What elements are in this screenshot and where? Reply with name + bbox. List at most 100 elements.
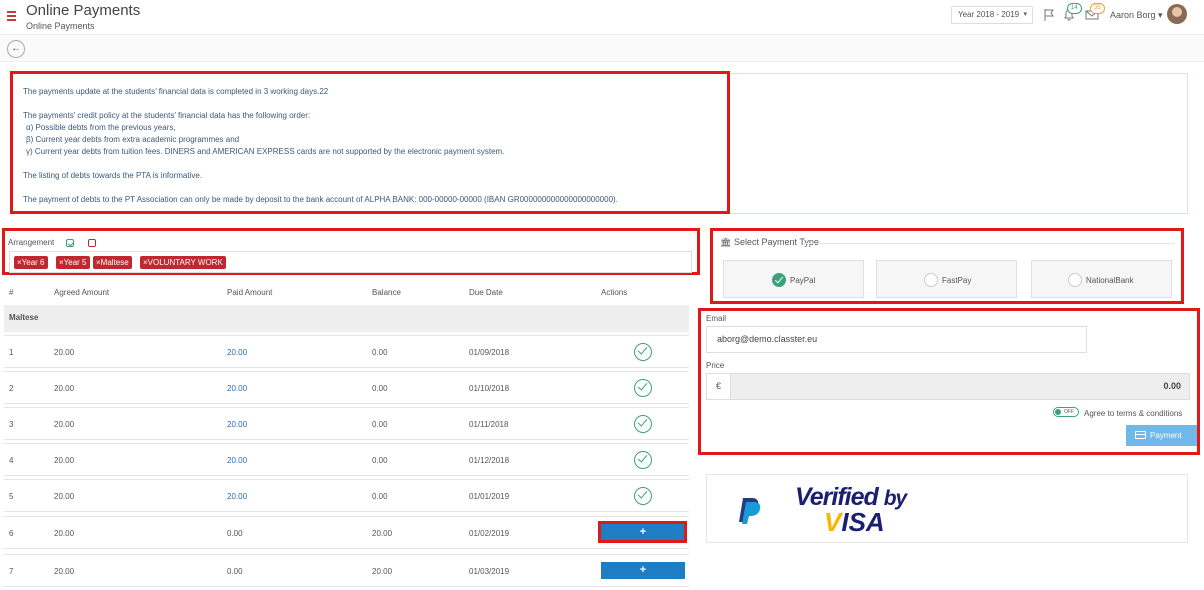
visa-v: V [824,507,842,537]
payment-option-label: NationalBank [1086,276,1134,285]
payment-logos: Verified by VISA [706,474,1188,543]
payment-option-nationalbank[interactable]: NationalBank [1031,260,1172,298]
payment-button[interactable]: Payment [1126,425,1197,446]
vbv-by: by [883,487,907,510]
column-header[interactable]: Balance [372,288,401,297]
tag-year-6[interactable]: ×Year 6 [14,256,48,269]
menu-icon[interactable] [7,11,16,21]
payment-option-paypal[interactable]: PayPal [723,260,864,298]
message-count-badge: 35 [1090,3,1105,14]
tag-voluntary-work[interactable]: ×VOLUNTARY WORK [140,256,226,269]
visa-logo: VISA [824,507,885,538]
arrangement-tag-input[interactable]: ×Year 6 ×Year 5 ×Maltese ×VOLUNTARY WORK [9,251,692,273]
payment-form: Email aborg@demo.classter.eu Price € 0.0… [698,308,1200,455]
column-header[interactable]: Due Date [469,288,503,297]
balance: 0.00 [372,492,388,501]
due-date: 01/03/2019 [469,567,510,576]
check-circle-icon [634,451,652,469]
payment-button-label: Payment [1150,431,1182,440]
paid-amount-link[interactable]: 20.00 [227,492,247,501]
agreed-amount: 20.00 [54,529,75,538]
table-row: 3 20.00 20.00 0.00 01/11/2018 [4,407,689,440]
credit-card-icon [1135,431,1146,439]
info-text: The payments update at the students’ fin… [23,87,329,96]
top-bar: Online Payments Online Payments Year 201… [0,0,1204,35]
price-label: Price [706,361,725,370]
info-text: γ) Current year debts from tuition fees.… [26,147,505,156]
table-row: 6 20.00 0.00 20.00 01/02/2019 + [4,516,689,549]
balance: 0.00 [372,348,388,357]
check-circle-icon [634,343,652,361]
avatar[interactable] [1167,4,1187,24]
column-header: # [9,288,14,297]
column-header[interactable]: Paid Amount [227,288,272,297]
radio-icon [924,273,938,287]
due-date: 01/10/2018 [469,384,510,393]
chevron-down-icon: ▾ [1023,11,1027,18]
row-number: 7 [9,567,14,576]
paid-amount-link[interactable]: 20.00 [227,348,247,357]
table-row: 1 20.00 20.00 0.00 01/09/2018 [4,335,689,368]
agreed-amount: 20.00 [54,567,75,576]
tag-year-5[interactable]: ×Year 5 [56,256,90,269]
divider [803,243,1175,244]
due-date: 01/02/2019 [469,529,510,538]
breadcrumb: Online Payments [26,21,95,31]
row-number: 4 [9,456,14,465]
due-date: 01/11/2018 [469,420,509,429]
row-number: 5 [9,492,14,501]
arrow-left-icon: ← [11,43,21,54]
chevron-down-icon: ▾ [1158,10,1163,20]
paid-amount-link[interactable]: 20.00 [227,456,247,465]
user-menu[interactable]: Aaron Borg ▾ [1110,10,1163,21]
due-date: 01/12/2018 [469,456,510,465]
info-text: α) Possible debts from the previous year… [26,123,176,132]
payment-option-label: FastPay [942,276,972,285]
price-field: € 0.00 [706,373,1190,400]
payment-option-fastpay[interactable]: FastPay [876,260,1017,298]
tag-maltese[interactable]: ×Maltese [93,256,132,269]
info-text: The payment of debts to the PT Associati… [23,195,618,204]
select-all-checkbox[interactable] [66,239,74,247]
payment-option-label: PayPal [790,276,816,285]
flag-icon[interactable] [1042,8,1056,22]
row-number: 1 [9,348,14,357]
payment-type-panel: 🏛 Select Payment Type PayPal FastPay Nat… [710,228,1184,304]
back-button[interactable]: ← [7,40,25,58]
price-value: 0.00 [1163,381,1181,391]
visa-rest: ISA [841,507,885,537]
email-field[interactable]: aborg@demo.classter.eu [706,326,1087,353]
table-row: 4 20.00 20.00 0.00 01/12/2018 [4,443,689,476]
add-payment-button[interactable]: + [601,562,685,579]
check-circle-icon [634,379,652,397]
group-label: Maltese [9,313,39,322]
terms-label: Agree to terms & conditions [1084,409,1183,418]
column-header[interactable]: Agreed Amount [54,288,109,297]
year-select[interactable]: Year 2018 - 2019 ▾ [951,6,1033,24]
table-row: 7 20.00 0.00 20.00 01/03/2019 + [4,554,689,587]
info-text: β) Current year debts from extra academi… [26,135,240,144]
table-row: 5 20.00 20.00 0.00 01/01/2019 [4,479,689,512]
info-panel: The payments update at the students’ fin… [10,71,730,214]
terms-toggle[interactable]: OFF [1053,407,1079,417]
balance: 0.00 [372,420,388,429]
row-number: 6 [9,529,14,538]
toggle-state: OFF [1064,409,1074,415]
balance: 0.00 [372,456,388,465]
paypal-logo-icon [739,498,761,524]
group-row: Maltese [4,305,689,332]
arrangement-label: Arrangement [8,238,55,247]
deselect-all-checkbox[interactable] [88,239,96,247]
paid-amount-link[interactable]: 20.00 [227,384,247,393]
paid-amount: 0.00 [227,529,243,538]
paid-amount: 0.00 [227,567,243,576]
balance: 20.00 [372,529,393,538]
agreed-amount: 20.00 [54,492,75,501]
info-text: The listing of debts towards the PTA is … [23,171,203,180]
check-circle-icon [634,487,652,505]
info-text: The payments’ credit policy at the stude… [23,111,311,120]
page-title: Online Payments [26,2,141,19]
balance: 20.00 [372,567,393,576]
due-date: 01/09/2018 [469,348,510,357]
paid-amount-link[interactable]: 20.00 [227,420,247,429]
